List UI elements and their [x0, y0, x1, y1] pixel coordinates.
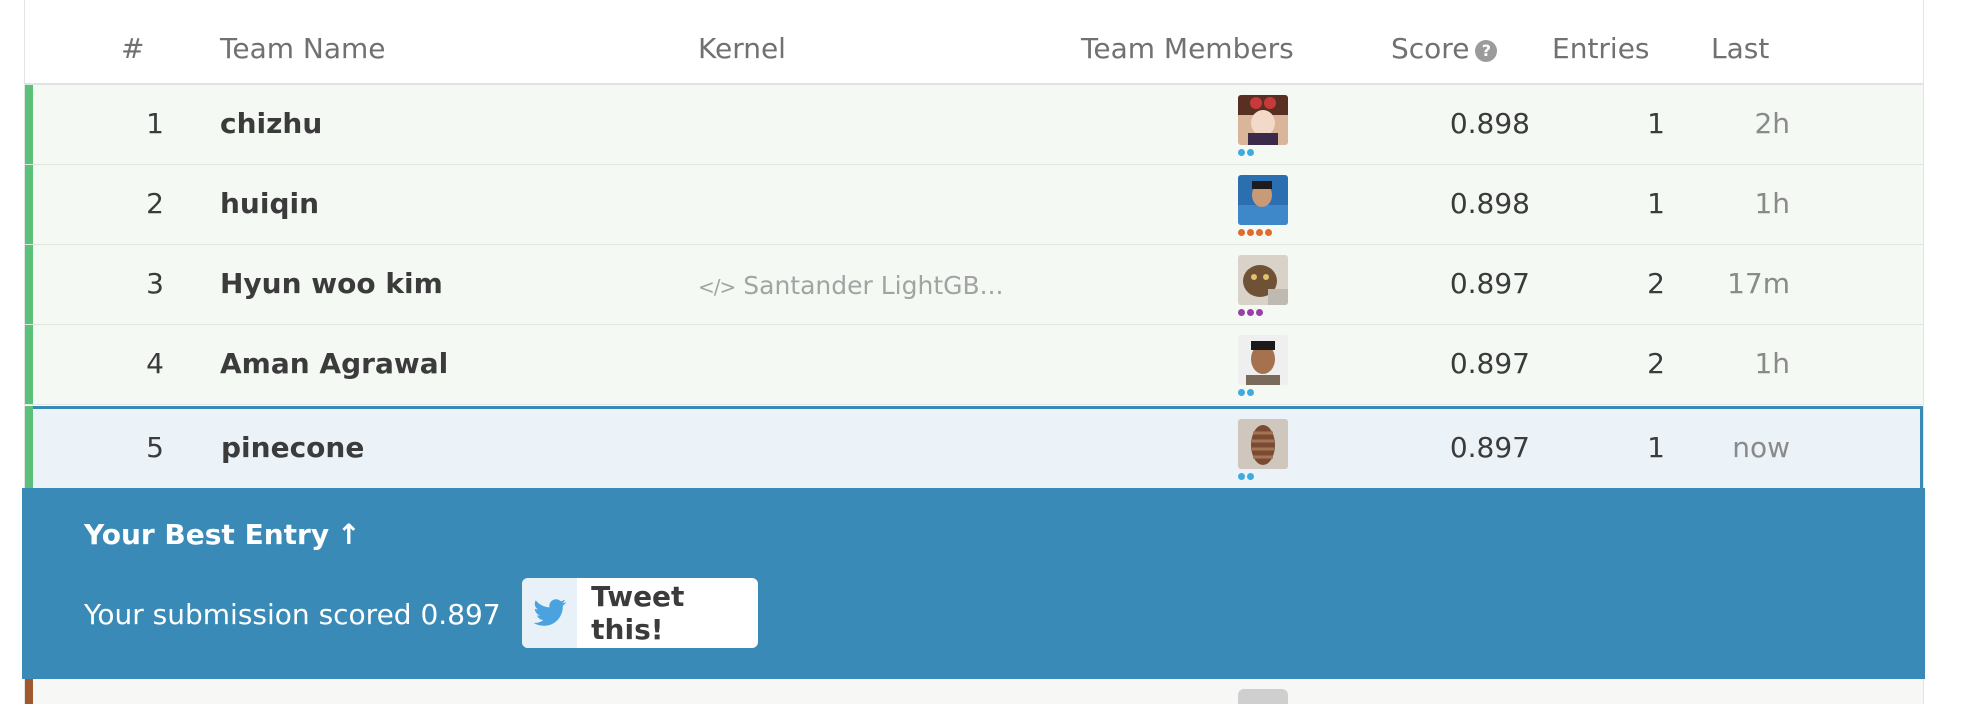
tier-indicator — [1238, 308, 1263, 316]
row-entries: 1 — [1647, 107, 1665, 140]
arrow-up-icon: ↑ — [337, 518, 361, 551]
avatar[interactable] — [1238, 689, 1288, 704]
best-entry-title-text: Your Best Entry — [84, 518, 330, 551]
tier-indicator — [1238, 472, 1254, 480]
table-row[interactable]: 3 Hyun woo kim </> Santander LightGB... 0… — [25, 245, 1923, 325]
score-header-label: Score — [1391, 32, 1470, 65]
row-last: 2h — [1754, 107, 1790, 140]
team-name-link[interactable]: chizhu — [220, 107, 322, 141]
rank-medal-bar — [25, 406, 33, 491]
code-icon: </> — [698, 275, 736, 299]
help-icon[interactable]: ? — [1475, 40, 1498, 62]
row-score: 0.897 — [1449, 347, 1530, 380]
kernel-column-header[interactable]: Kernel — [698, 32, 786, 66]
rank-medal-bar — [25, 165, 33, 244]
team-name-link[interactable]: pinecone — [221, 431, 364, 465]
table-row[interactable]: 1 chizhu 0.898 1 2h — [25, 85, 1923, 165]
avatar[interactable] — [1238, 175, 1288, 225]
row-rank: 5 — [146, 431, 164, 464]
row-score: 0.898 — [1449, 107, 1530, 140]
rank-medal-bar — [25, 325, 33, 404]
table-row[interactable]: 2 huiqin 0.898 1 1h — [25, 165, 1923, 245]
team-column-header[interactable]: Team Name — [220, 32, 386, 66]
members-column-header[interactable]: Team Members — [1081, 32, 1294, 66]
tier-indicator — [1238, 388, 1254, 396]
table-row[interactable]: 4 Aman Agrawal 0.897 2 1h — [25, 325, 1923, 405]
tier-indicator — [1238, 148, 1254, 156]
avatar[interactable] — [1238, 255, 1288, 305]
best-entry-title: Your Best Entry ↑ — [84, 518, 361, 551]
row-score: 0.897 — [1449, 267, 1530, 300]
row-rank: 4 — [146, 347, 164, 380]
leaderboard-header: # Team Name Kernel Team Members Score? E… — [25, 0, 1923, 85]
team-name-link[interactable]: Aman Agrawal — [220, 347, 448, 381]
team-name-link[interactable]: huiqin — [220, 187, 319, 221]
row-last: now — [1732, 431, 1790, 464]
row-score: 0.898 — [1449, 187, 1530, 220]
table-row-current-user[interactable]: 5 pinecone 0.897 1 now — [25, 406, 1923, 491]
row-rank: 2 — [146, 187, 164, 220]
row-entries: 1 — [1647, 187, 1665, 220]
rank-medal-bar — [25, 85, 33, 164]
entries-column-header[interactable]: Entries — [1552, 32, 1650, 66]
twitter-icon — [522, 578, 578, 648]
best-entry-banner: Your Best Entry ↑ Your submission scored … — [22, 488, 1925, 679]
kernel-link[interactable]: </> Santander LightGB... — [698, 269, 1004, 304]
row-rank: 3 — [146, 267, 164, 300]
row-entries: 2 — [1647, 347, 1665, 380]
table-row[interactable] — [25, 679, 1923, 704]
row-entries: 2 — [1647, 267, 1665, 300]
rank-medal-bar — [25, 245, 33, 324]
row-score: 0.897 — [1449, 431, 1530, 464]
last-column-header[interactable]: Last — [1711, 32, 1769, 66]
tier-indicator — [1238, 228, 1272, 236]
rank-medal-bar — [25, 679, 33, 704]
avatar[interactable] — [1238, 95, 1288, 145]
row-last: 1h — [1754, 187, 1790, 220]
row-entries: 1 — [1647, 431, 1665, 464]
score-column-header[interactable]: Score? — [1391, 32, 1498, 66]
kernel-name: Santander LightGB... — [743, 271, 1004, 300]
submission-score-message: Your submission scored 0.897 — [84, 598, 501, 631]
row-rank: 1 — [146, 107, 164, 140]
row-last: 1h — [1754, 347, 1790, 380]
tweet-button-label: Tweet this! — [591, 580, 685, 646]
team-name-link[interactable]: Hyun woo kim — [220, 267, 443, 301]
avatar[interactable] — [1238, 419, 1288, 469]
rank-column-header[interactable]: # — [121, 32, 144, 66]
row-last: 17m — [1727, 267, 1790, 300]
avatar[interactable] — [1238, 335, 1288, 385]
tweet-button[interactable]: Tweet this! — [522, 578, 758, 648]
